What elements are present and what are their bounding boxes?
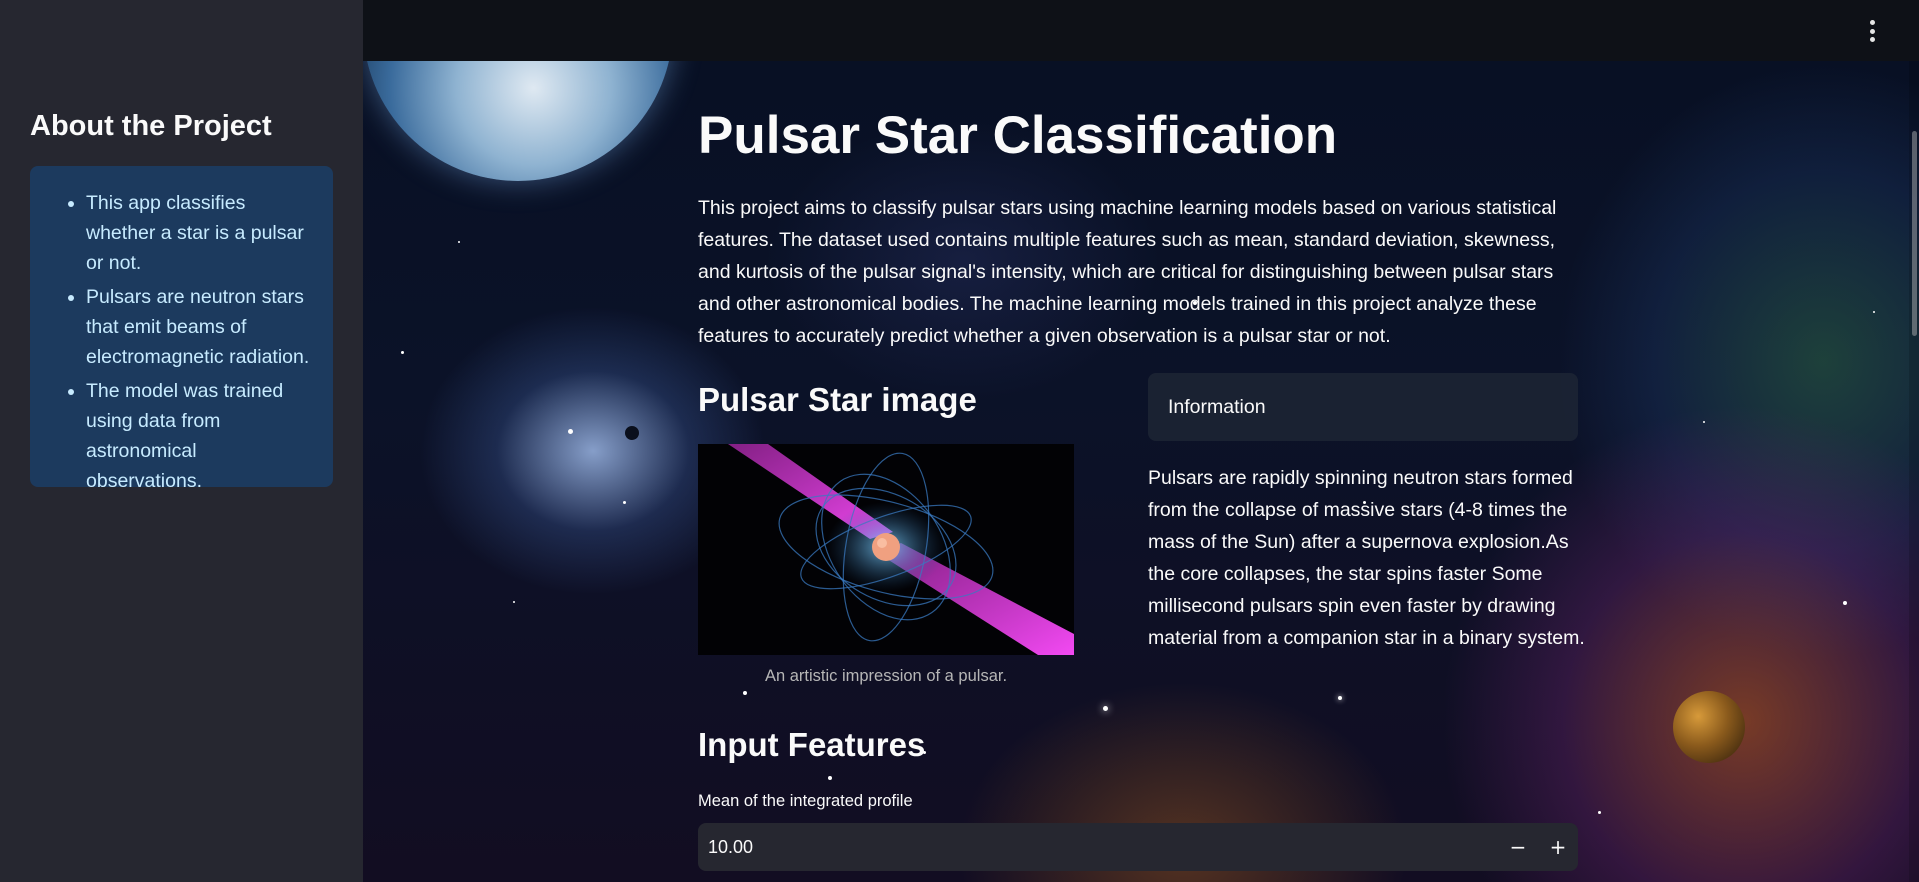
app-header — [363, 0, 1919, 61]
image-caption: An artistic impression of a pulsar. — [764, 667, 1008, 685]
page-title: Pulsar Star Classification — [698, 106, 1338, 165]
input-features-heading: Input Features — [698, 726, 926, 763]
decrement-button[interactable]: − — [1498, 823, 1538, 871]
mean-profile-label: Mean of the integrated profile — [698, 792, 913, 810]
space-background — [363, 61, 1919, 882]
sidebar-title: About the Project — [30, 110, 272, 142]
about-info-box: This app classifies whether a star is a … — [30, 166, 333, 492]
about-list-item: Pulsars are neutron stars that emit beam… — [86, 282, 311, 372]
scrollbar-track[interactable] — [1909, 61, 1919, 882]
dark-moon-image — [625, 426, 639, 440]
mean-profile-number-input: − + — [698, 823, 1578, 871]
sidebar: About the Project This app classifies wh… — [0, 0, 363, 882]
small-planet-image — [1673, 691, 1745, 763]
about-list-item: The model was trained using data from as… — [86, 376, 311, 496]
increment-button[interactable]: + — [1538, 823, 1578, 871]
pulsar-info-text: Pulsars are rapidly spinning neutron sta… — [1148, 467, 1585, 649]
scrollbar-thumb[interactable] — [1912, 131, 1917, 336]
earth-planet-image — [363, 61, 673, 181]
pulsar-image — [698, 444, 1074, 655]
mean-profile-input[interactable] — [698, 823, 1498, 871]
project-description: This project aims to classify pulsar sta… — [698, 197, 1557, 347]
kebab-menu-icon[interactable] — [1865, 20, 1879, 42]
information-expander[interactable]: Information — [1148, 373, 1578, 441]
about-list-item: This app classifies whether a star is a … — [86, 188, 311, 278]
image-section-heading: Pulsar Star image — [698, 381, 977, 418]
about-list: This app classifies whether a star is a … — [30, 188, 311, 496]
